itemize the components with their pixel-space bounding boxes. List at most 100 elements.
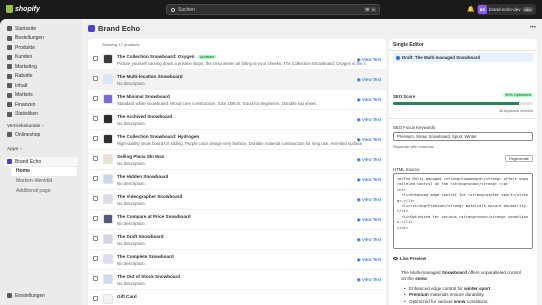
row-checkbox[interactable] [93, 96, 98, 101]
sidebar-subitem-additional-page[interactable]: Additional page [16, 188, 50, 194]
view-text-button[interactable]: ◉ View Text [357, 237, 381, 243]
list-item[interactable]: The Multi-location Snowboard No descript… [88, 70, 386, 90]
view-text-button[interactable]: ◉ View Text [357, 97, 381, 103]
orders-icon [7, 35, 12, 41]
row-checkbox[interactable] [93, 176, 98, 181]
list-item[interactable]: The Archived Snowboard No description. ◉… [88, 110, 386, 130]
seo-progress-bar [393, 102, 533, 105]
home-icon [7, 26, 12, 31]
list-item[interactable]: The Collection Snowboard: Oxygen Updated … [88, 50, 386, 70]
list-item[interactable]: The Collection Snowboard: Hydrogen High-… [88, 130, 386, 150]
view-text-button[interactable]: ◉ View Text [357, 157, 381, 163]
preview-text: The Multi-managed [401, 270, 442, 275]
product-list-card: Showing 17 products The Collection Snowb… [88, 39, 386, 305]
apps-heading[interactable]: Apps › [7, 146, 22, 151]
view-text-button[interactable]: ◉ View Text [357, 217, 381, 223]
shopify-logo[interactable]: shopify [6, 5, 40, 13]
product-title: The Out of Stock Snowboard [117, 274, 181, 279]
sidebar-item-brand-echo[interactable]: Brand Echo [4, 157, 78, 166]
product-title: The Videographer Snowboard [117, 194, 183, 199]
sidebar-item-produkte[interactable]: Produkte [4, 43, 78, 52]
view-text-button[interactable]: ◉ View Text [357, 117, 381, 123]
keyboard-shortcut: ⌘ K [364, 7, 376, 12]
more-icon[interactable]: ••• [530, 25, 536, 31]
sidebar-item-marketing[interactable]: Marketing [4, 62, 78, 71]
view-text-button[interactable]: ◉ View Text [357, 177, 381, 183]
sidebar-item-rabatte[interactable]: Rabatte [4, 72, 78, 81]
sidebar: Startseite Bestellungen Produkte Kunden … [0, 19, 82, 305]
list-item[interactable]: The Draft Snowboard No description. ◉ Vi… [88, 230, 386, 250]
sidebar-item-statistiken[interactable]: Statistiken [4, 110, 78, 119]
page-title: Brand Echo [98, 24, 141, 33]
shopify-bag-icon [6, 5, 13, 13]
row-checkbox[interactable] [93, 216, 98, 221]
view-text-label: View Text [361, 157, 381, 162]
sidebar-item-markets[interactable]: Markets [4, 91, 78, 100]
sidebar-item-finanzen[interactable]: Finanzen [4, 100, 78, 109]
sidebar-item-kunden[interactable]: Kunden [4, 53, 78, 62]
sidebar-item-label: Finanzen [15, 101, 36, 108]
view-text-button[interactable]: ◉ View Text [357, 257, 381, 263]
sidebar-subitem-home[interactable]: Home [11, 166, 77, 176]
row-checkbox[interactable] [93, 196, 98, 201]
view-text-label: View Text [361, 177, 381, 182]
product-title: Selling Plans Ski Wax [117, 154, 165, 159]
sidebar-item-label: Kunden [15, 54, 33, 60]
html-source-textarea[interactable]: <p>The Multi-managed <strong>Snowboard</… [393, 173, 533, 249]
product-title: The Collection Snowboard: Hydrogen [117, 134, 200, 139]
sidebar-item-onlineshop[interactable]: Onlineshop [4, 130, 78, 139]
row-checkbox[interactable] [93, 156, 98, 161]
sidebar-item-einstellungen[interactable]: Einstellungen [4, 291, 78, 300]
row-checkbox[interactable] [93, 296, 98, 301]
sidebar-item-startseite[interactable]: Startseite [4, 24, 78, 33]
updated-badge: Updated [197, 55, 216, 59]
live-preview-label: Live Preview [400, 256, 427, 261]
view-text-button[interactable]: ◉ View Text [357, 137, 381, 143]
row-checkbox[interactable] [93, 116, 98, 121]
list-item[interactable]: The Out of Stock Snowboard No descriptio… [88, 270, 386, 290]
product-thumbnail [103, 254, 113, 264]
regenerate-button[interactable]: Regenerate [505, 155, 533, 162]
focus-keywords-label: SEO Focus Keywords [393, 125, 436, 130]
list-item[interactable]: The Videographer Snowboard No descriptio… [88, 190, 386, 210]
list-item[interactable]: The Complete Snowboard No description. ◉… [88, 250, 386, 270]
sidebar-item-bestellungen[interactable]: Bestellungen [4, 34, 78, 43]
row-checkbox[interactable] [93, 276, 98, 281]
eye-icon [393, 257, 398, 260]
list-item[interactable]: The Hidden Snowboard No description. ◉ V… [88, 170, 386, 190]
view-text-button[interactable]: ◉ View Text [357, 57, 381, 63]
list-item[interactable]: Gift Card [88, 290, 386, 305]
product-title: The Minimal Snowboard [117, 94, 170, 99]
view-text-button[interactable]: ◉ View Text [357, 197, 381, 203]
search-input[interactable]: Suchen ⌘ K [166, 4, 380, 15]
app-header: Brand Echo ••• [82, 19, 542, 38]
row-checkbox[interactable] [93, 236, 98, 241]
product-description: No description. [117, 161, 146, 166]
row-checkbox[interactable] [93, 56, 98, 61]
view-text-button[interactable]: ◉ View Text [357, 77, 381, 83]
product-thumbnail [103, 234, 113, 244]
list-item[interactable]: The Minimal Snowboard Standard white sno… [88, 90, 386, 110]
row-checkbox[interactable] [93, 136, 98, 141]
product-thumbnail [103, 114, 113, 124]
store-switcher[interactable]: BE brand-echo-dev dev [477, 4, 536, 15]
focus-keywords-input[interactable]: Premium, Snow, Snowboard, Sport, Winter [393, 132, 533, 141]
sidebar-subitem-marken-identitaet[interactable]: Marken-Identität [16, 178, 52, 184]
sales-channels-heading[interactable]: Vertriebskanäle › [7, 123, 44, 128]
view-text-button[interactable]: ◉ View Text [357, 277, 381, 283]
row-checkbox[interactable] [93, 256, 98, 261]
sidebar-item-label: Rabatte [15, 73, 33, 79]
discount-icon [7, 73, 12, 79]
row-checkbox[interactable] [93, 76, 98, 81]
sidebar-item-inhalt[interactable]: Inhalt [4, 81, 78, 90]
view-text-label: View Text [361, 117, 381, 122]
product-thumbnail [103, 194, 113, 204]
bell-icon[interactable]: 🔔 [467, 6, 474, 13]
editor-title: Single Editor [393, 42, 424, 48]
sidebar-item-label: Brand Echo [15, 158, 42, 165]
main-area: Brand Echo ••• Showing 17 products The C… [82, 19, 542, 305]
list-item[interactable]: The Compare at Price Snowboard No descri… [88, 210, 386, 230]
preview-text: materials ensure durability. [428, 292, 485, 298]
list-item[interactable]: Selling Plans Ski Wax No description. ◉ … [88, 150, 386, 170]
product-thumbnail [103, 74, 113, 84]
